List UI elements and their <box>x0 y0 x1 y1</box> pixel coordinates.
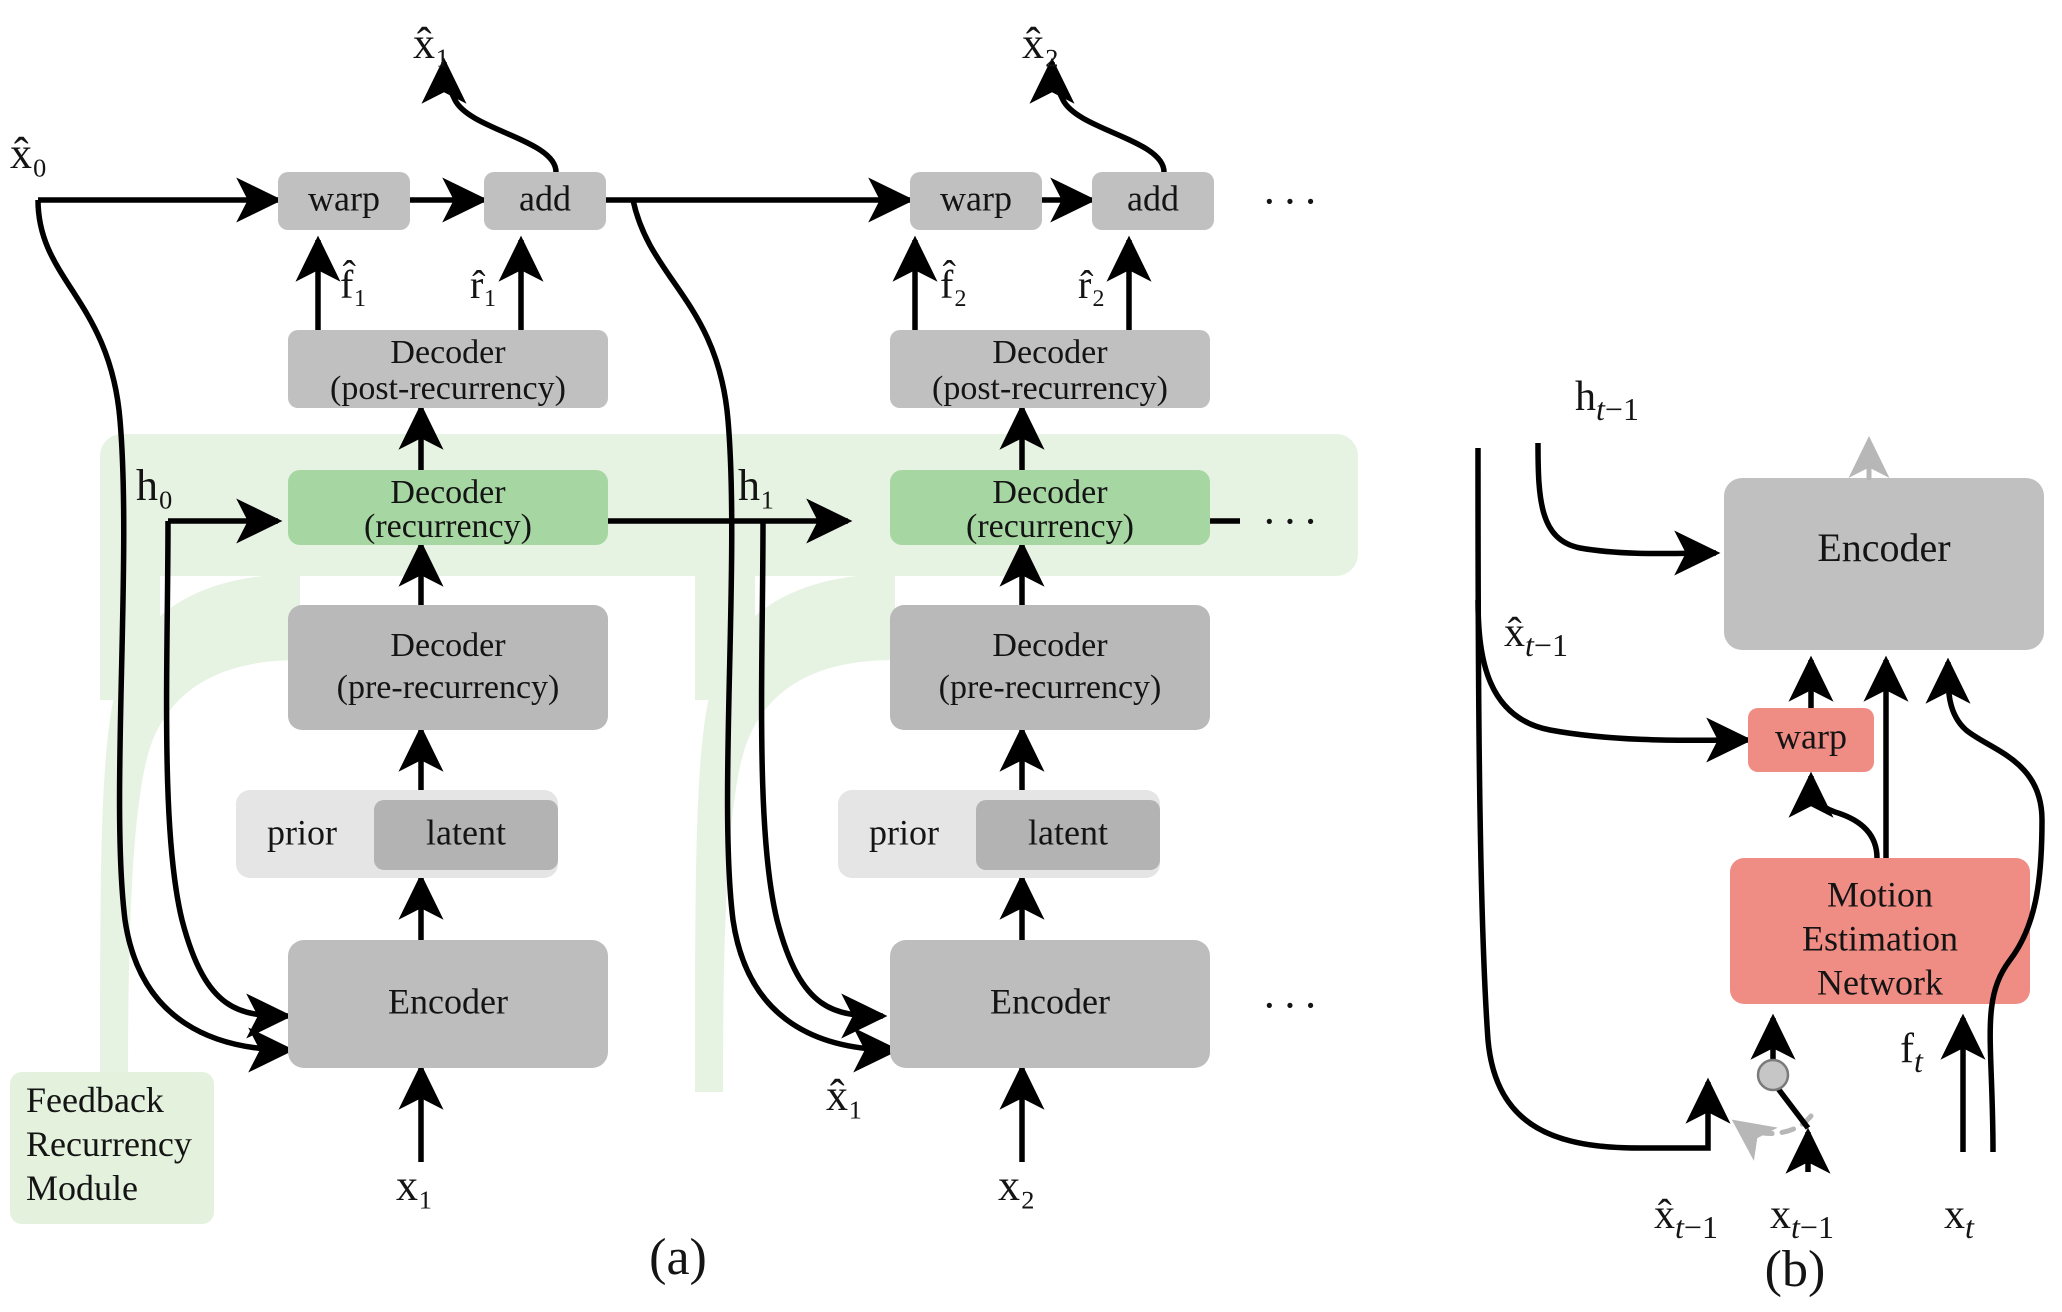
label-encoder-1: Encoder <box>388 981 508 1021</box>
label-xhat1-output: x̂₁ <box>413 19 450 68</box>
label-motion-line3: Network <box>1817 962 1943 1002</box>
label-xhat-t-minus-1-input: x̂t−1 <box>1654 1192 1718 1245</box>
legend-line-1: Feedback <box>26 1080 164 1120</box>
label-fhat1: f̂₁ <box>340 260 367 307</box>
box-decoder-pre-2[interactable] <box>890 605 1210 730</box>
label-xhat0: x̂₀ <box>10 129 47 178</box>
switch-node-icon[interactable] <box>1756 1058 1790 1092</box>
label-decoder-pre-2-line1: Decoder <box>992 627 1108 664</box>
panel-b-caption: (b) <box>1765 1241 1826 1298</box>
label-h0: h₀ <box>136 461 173 510</box>
legend-line-2: Recurrency <box>26 1124 192 1164</box>
band-corner-fill-2 <box>695 520 755 700</box>
label-encoder-b: Encoder <box>1817 525 1950 570</box>
edge-motion-to-warp-b <box>1788 771 1880 859</box>
label-rhat2: r̂₂ <box>1078 262 1105 307</box>
label-latent-1: latent <box>426 812 506 852</box>
label-add-2: add <box>1127 178 1179 218</box>
label-latent-2: latent <box>1028 812 1108 852</box>
label-f-t: ft <box>1900 1026 1924 1079</box>
label-x1-input: x₁ <box>396 1161 433 1210</box>
label-encoder-2: Encoder <box>990 981 1110 1021</box>
label-warp-1: warp <box>308 178 380 218</box>
label-decoder-rec-2-line2: (recurrency) <box>966 508 1134 545</box>
label-warp-b: warp <box>1775 716 1847 756</box>
label-decoder-pre-1-line2: (pre-recurrency) <box>337 669 560 706</box>
label-h-t-minus-1: ht−1 <box>1575 374 1639 427</box>
label-x-t-input: xt <box>1944 1192 1975 1245</box>
label-xhat-t-minus-1-mid: x̂t−1 <box>1504 610 1568 663</box>
edge-add2-to-xhat2 <box>1029 57 1167 173</box>
label-motion-line1: Motion <box>1827 874 1933 914</box>
box-decoder-pre-1[interactable] <box>288 605 608 730</box>
label-decoder-post-2-line2: (post-recurrency) <box>932 370 1168 407</box>
label-decoder-post-2-line1: Decoder <box>992 334 1108 371</box>
label-rhat1: r̂₁ <box>470 262 497 307</box>
edge-add1-to-xhat1 <box>421 57 559 173</box>
label-x2-input: x₂ <box>998 1161 1035 1210</box>
label-x-t-minus-1-input: xt−1 <box>1770 1192 1834 1245</box>
label-motion-line2: Estimation <box>1802 918 1958 958</box>
label-h1: h₁ <box>738 461 775 510</box>
label-warp-2: warp <box>940 178 1012 218</box>
label-decoder-rec-1-line1: Decoder <box>390 474 506 511</box>
ellipsis-top-row: ··· <box>1262 177 1324 226</box>
figure-root: warp add Decoder (post-recurrency) Decod… <box>0 0 2062 1312</box>
edge-h-prev-to-encoder-b <box>1535 442 1721 576</box>
label-decoder-pre-2-line2: (pre-recurrency) <box>939 669 1162 706</box>
panel-a-caption: (a) <box>649 1229 707 1286</box>
label-add-1: add <box>519 178 571 218</box>
label-xhat1-input: x̂₁ <box>826 1071 863 1120</box>
label-decoder-rec-1-line2: (recurrency) <box>364 508 532 545</box>
label-decoder-post-1-line1: Decoder <box>390 334 506 371</box>
ellipsis-encoder-row: ··· <box>1262 981 1324 1030</box>
label-prior-1: prior <box>267 812 337 852</box>
label-fhat2: f̂₂ <box>940 260 967 307</box>
diagram-canvas: warp add Decoder (post-recurrency) Decod… <box>10 19 2045 1298</box>
label-decoder-pre-1-line1: Decoder <box>390 627 506 664</box>
label-decoder-post-1-line2: (post-recurrency) <box>330 370 566 407</box>
ellipsis-recurrency-row: ··· <box>1262 497 1324 546</box>
label-prior-2: prior <box>869 812 939 852</box>
legend-line-3: Module <box>26 1168 138 1208</box>
label-xhat2-output: x̂₂ <box>1022 19 1059 68</box>
band-corner-fill <box>100 520 160 700</box>
label-decoder-rec-2-line1: Decoder <box>992 474 1108 511</box>
